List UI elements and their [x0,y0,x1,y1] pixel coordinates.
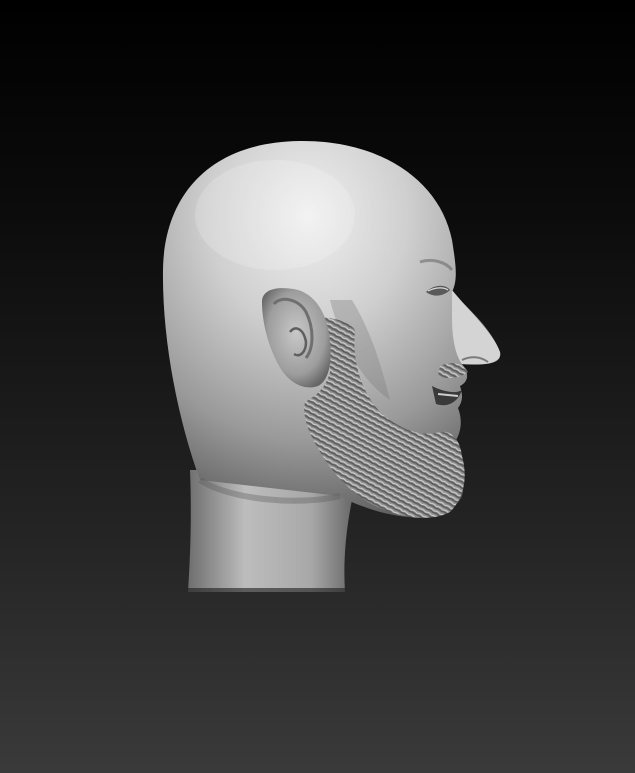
sculpt-viewport[interactable] [0,0,635,773]
nose [452,290,501,365]
head-sculpt [162,140,501,592]
scalp-highlight [195,160,355,270]
neck-base [188,588,345,592]
